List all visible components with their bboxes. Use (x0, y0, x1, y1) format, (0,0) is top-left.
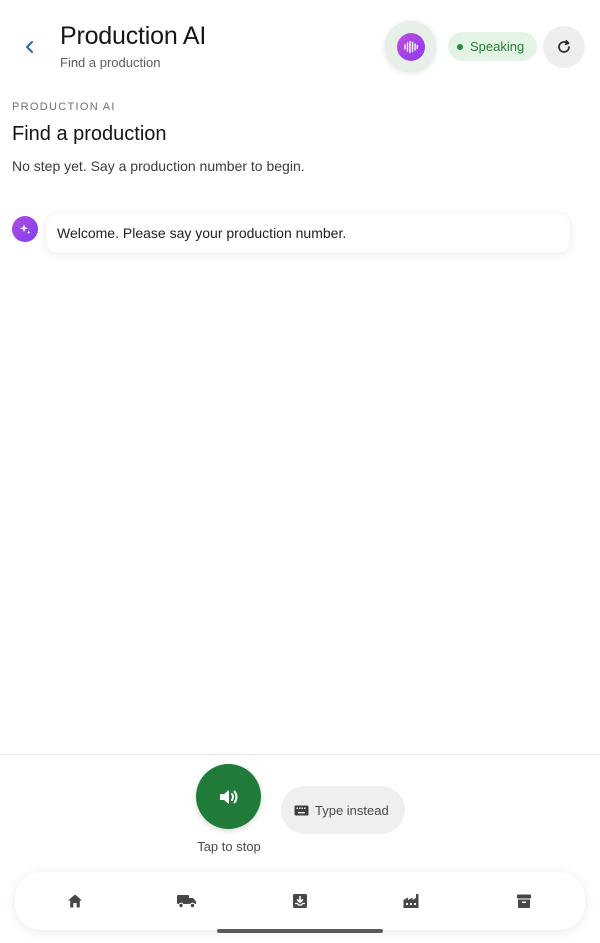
bottom-nav (15, 872, 585, 930)
divider (0, 754, 600, 755)
status-text: Speaking (470, 39, 525, 54)
voice-orb (396, 32, 425, 61)
archive-icon (517, 894, 531, 908)
home-indicator (217, 929, 383, 933)
status-badge: Speaking (448, 32, 537, 61)
refresh-button[interactable] (543, 26, 585, 68)
nav-item-shipping[interactable] (173, 888, 201, 914)
step-title: Find a production (12, 123, 167, 145)
home-icon (68, 894, 82, 908)
type-instead-button[interactable]: Type instead (281, 786, 405, 834)
tap-to-stop-label: Tap to stop (197, 839, 261, 854)
speaker-icon (219, 789, 237, 804)
page-title: Production AI (60, 22, 207, 50)
voice-orb-button[interactable] (385, 21, 436, 72)
section-label: PRODUCTION AI (12, 101, 116, 113)
factory-icon (403, 894, 419, 908)
refresh-icon (558, 39, 570, 53)
step-description: No step yet. Say a production number to … (12, 158, 305, 174)
nav-item-receive[interactable] (286, 888, 314, 914)
back-button[interactable] (14, 31, 46, 63)
nav-item-archive[interactable] (510, 888, 538, 914)
app-header: Production AI Find a production Speaking (0, 0, 600, 92)
type-instead-label: Type instead (315, 802, 389, 818)
nav-item-production[interactable] (398, 888, 426, 914)
ai-avatar (12, 216, 38, 242)
assistant-message: Welcome. Please say your production numb… (46, 213, 570, 253)
truck-icon (177, 895, 196, 909)
nav-item-home[interactable] (61, 888, 89, 914)
chevron-left-icon (26, 41, 33, 53)
status-dot-icon (457, 43, 463, 50)
inbox-download-icon (293, 894, 307, 908)
page-subtitle: Find a production (60, 55, 161, 70)
tap-to-stop-button[interactable] (196, 764, 261, 829)
keyboard-icon (294, 805, 309, 815)
sparkle-icon (19, 224, 31, 235)
waveform-icon (403, 40, 418, 53)
